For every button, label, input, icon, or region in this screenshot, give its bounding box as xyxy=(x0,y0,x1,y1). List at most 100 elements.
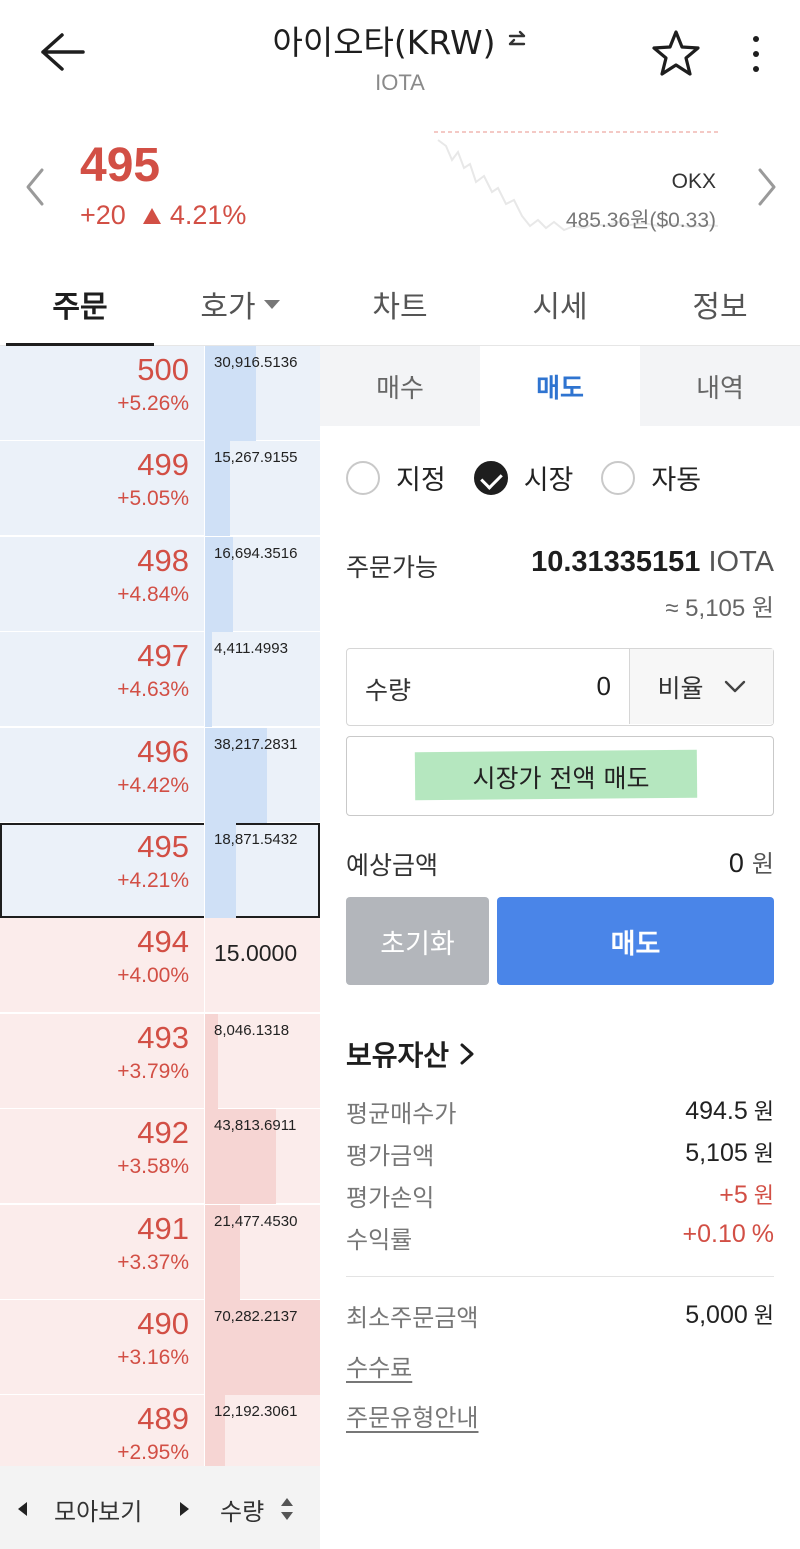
orderbook-rate: +5.05% xyxy=(117,487,189,510)
reset-button[interactable]: 초기화 xyxy=(346,897,489,985)
orderbook-row[interactable]: 490 +3.16% 70,282.2137 xyxy=(0,1300,320,1395)
orderbook-row[interactable]: 491 +3.37% 21,477.4530 xyxy=(0,1205,320,1300)
tab-chart[interactable]: 차트 xyxy=(320,262,480,346)
order-panel: 매수 매도 내역 지정 시장 자동 주문가능 10.31335151 IOTA … xyxy=(320,346,800,1549)
orderbook-qty-cell: 18,871.5432 xyxy=(205,823,320,918)
orderbook-row[interactable]: 494 +4.00% 15.0000 xyxy=(0,918,320,1013)
orderbook-row[interactable]: 496 +4.42% 38,217.2831 xyxy=(0,728,320,823)
reference-price: 485.36원($0.33) xyxy=(565,209,716,232)
orderbook-rate: +5.26% xyxy=(117,392,189,415)
orderbook-depth-bar xyxy=(205,632,212,727)
orderbook-row[interactable]: 492 +3.58% 43,813.6911 xyxy=(0,1109,320,1204)
orderbook-price-cell[interactable]: 491 +3.37% xyxy=(0,1205,205,1300)
orderbook-rate: +4.21% xyxy=(117,869,189,892)
tab-history[interactable]: 내역 xyxy=(640,346,800,426)
sell-button[interactable]: 매도 xyxy=(497,897,774,985)
orderbook-qty: 21,477.4530 xyxy=(214,1213,298,1230)
orderbook-qty-cell: 21,477.4530 xyxy=(205,1205,320,1300)
chevron-right-icon[interactable] xyxy=(752,164,782,210)
order-type-selector: 지정 시장 자동 xyxy=(346,458,729,497)
orderbook-price-cell[interactable]: 494 +4.00% xyxy=(0,918,205,1013)
triangle-left-icon[interactable] xyxy=(18,1502,27,1516)
sort-icon[interactable] xyxy=(280,1496,294,1522)
orderbook-row[interactable]: 499 +5.05% 15,267.9155 xyxy=(0,441,320,536)
tab-market-price[interactable]: 시세 xyxy=(480,262,640,346)
holding-valuation: 평가금액 5,105 원 xyxy=(346,1139,774,1170)
holdings-title[interactable]: 보유자산 xyxy=(346,1034,475,1074)
radio-market[interactable] xyxy=(473,460,508,495)
quantity-field[interactable]: 수량 0 비율 xyxy=(346,648,774,726)
orderbook-qty-cell: 4,411.4993 xyxy=(205,632,320,727)
orderbook-price-cell[interactable]: 492 +3.58% xyxy=(0,1109,205,1204)
orderbook-price-cell[interactable]: 495 +4.21% xyxy=(0,823,205,918)
fee-link[interactable]: 수수료 xyxy=(346,1348,412,1383)
divider xyxy=(346,1276,774,1277)
page-title[interactable]: 아이오타(KRW) xyxy=(272,16,527,64)
orderbook-qty: 70,282.2137 xyxy=(214,1308,298,1325)
min-order-amount: 최소주문금액 5,000 원 xyxy=(346,1301,774,1332)
orderbook-qty: 8,046.1318 xyxy=(214,1022,290,1039)
estimate-value: 0원 xyxy=(728,848,774,878)
orderbook-price: 489 xyxy=(137,1401,189,1436)
tab-buy[interactable]: 매수 xyxy=(320,346,480,426)
radio-limit[interactable] xyxy=(346,460,380,495)
change-rate: 4.21% xyxy=(169,200,247,230)
star-icon[interactable] xyxy=(648,26,704,82)
app-header: 아이오타(KRW) IOTA xyxy=(0,0,800,110)
order-type-limit[interactable]: 지정 xyxy=(346,458,446,497)
orderbook-price: 494 xyxy=(137,924,189,959)
orderbook-price: 490 xyxy=(137,1306,189,1341)
chevron-left-icon[interactable] xyxy=(20,164,50,210)
orderbook-qty-cell: 30,916.5136 xyxy=(205,346,320,441)
orderbook-row[interactable]: 498 +4.84% 16,694.3516 xyxy=(0,537,320,632)
orderbook-rate: +4.00% xyxy=(117,964,189,987)
order-type-auto[interactable]: 자동 xyxy=(601,458,701,497)
more-icon[interactable] xyxy=(738,26,774,82)
orderbook-row[interactable]: 500 +5.26% 30,916.5136 xyxy=(0,346,320,441)
orderbook-qty: 18,871.5432 xyxy=(214,831,298,848)
quantity-label: 수량 xyxy=(365,676,412,705)
order-type-guide-link[interactable]: 주문유형안내 xyxy=(346,1398,478,1433)
current-price: 495 xyxy=(80,139,161,192)
change-amount: +20 xyxy=(80,200,126,230)
available-krw: ≈ 5,105 원 xyxy=(665,595,774,622)
tab-sell[interactable]: 매도 xyxy=(480,346,640,426)
swap-icon[interactable] xyxy=(506,29,528,51)
orderbook-price: 495 xyxy=(137,829,189,864)
orderbook-price-cell[interactable]: 500 +5.26% xyxy=(0,346,205,441)
tab-orderbook[interactable]: 호가 xyxy=(160,262,320,346)
quantity-input[interactable]: 0 xyxy=(517,671,611,702)
orderbook-qty: 16,694.3516 xyxy=(214,545,298,562)
orderbook-price-cell[interactable]: 496 +4.42% xyxy=(0,728,205,823)
orderbook-row[interactable]: 493 +3.79% 8,046.1318 xyxy=(0,1014,320,1109)
orderbook-qty-cell: 43,813.6911 xyxy=(205,1109,320,1204)
group-view-label[interactable]: 모아보기 xyxy=(54,1492,142,1527)
orderbook-row[interactable]: 495 +4.21% 18,871.5432 xyxy=(0,823,320,918)
orderbook-price-cell[interactable]: 499 +5.05% xyxy=(0,441,205,536)
orderbook-row[interactable]: 497 +4.63% 4,411.4993 xyxy=(0,632,320,727)
orderbook-rate: +3.16% xyxy=(117,1346,189,1369)
market-sell-all-button[interactable]: 시장가 전액 매도 xyxy=(346,736,774,816)
orderbook-qty: 15.0000 xyxy=(214,940,298,966)
orderbook-qty: 43,813.6911 xyxy=(214,1117,297,1134)
tab-info[interactable]: 정보 xyxy=(640,262,800,346)
quantity-toggle[interactable]: 수량 xyxy=(220,1492,264,1527)
price-change: +20 4.21% xyxy=(80,200,246,231)
orderbook-price-cell[interactable]: 497 +4.63% xyxy=(0,632,205,727)
orderbook-price-cell[interactable]: 493 +3.79% xyxy=(0,1014,205,1109)
orderbook-rate: +4.84% xyxy=(117,583,189,606)
exchange-name: OKX xyxy=(671,170,716,193)
orderbook-price-cell[interactable]: 490 +3.16% xyxy=(0,1300,205,1395)
orderbook-rate: +3.58% xyxy=(117,1155,189,1178)
tab-order[interactable]: 주문 xyxy=(0,262,160,347)
order-sub-tabs: 매수 매도 내역 xyxy=(320,346,800,426)
orderbook-rate: +3.79% xyxy=(117,1060,189,1083)
available-label: 주문가능 xyxy=(346,553,439,582)
order-type-market[interactable]: 시장 xyxy=(473,458,573,497)
orderbook-footer: 모아보기 수량 xyxy=(0,1466,320,1549)
triangle-right-icon[interactable] xyxy=(180,1502,189,1516)
radio-auto[interactable] xyxy=(601,460,636,495)
ratio-dropdown[interactable]: 비율 xyxy=(629,649,773,724)
orderbook-qty-cell: 70,282.2137 xyxy=(205,1300,320,1395)
orderbook-price-cell[interactable]: 498 +4.84% xyxy=(0,537,205,632)
